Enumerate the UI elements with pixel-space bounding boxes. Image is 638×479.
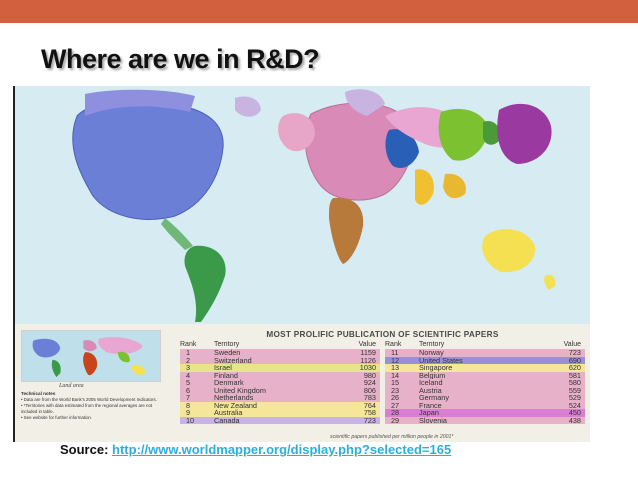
table-row: 15 Iceland 580 — [385, 379, 585, 387]
territory-cell: New Zealand — [214, 401, 257, 409]
territory-cell: Israel — [214, 364, 232, 372]
territory-cell: Belgium — [419, 371, 446, 379]
territory-cell: Slovenia — [419, 416, 447, 424]
column-header-territory: Territory — [214, 341, 240, 348]
table-row: 10 Canada 723 — [180, 415, 380, 425]
table-row: 6 United Kingdom 806 — [180, 385, 380, 395]
rank-cell: 26 — [391, 393, 400, 402]
technical-note: • *Territories with data estimated from … — [21, 403, 153, 414]
territory-cell: United Kingdom — [214, 386, 266, 394]
territory-cell: Australia — [214, 409, 243, 417]
rank-cell: 6 — [186, 385, 191, 395]
rank-cell: 5 — [186, 378, 191, 387]
table-title: MOST PROLIFIC PUBLICATION OF SCIENTIFIC … — [266, 330, 499, 339]
technical-notes: Technical notes • Data are from the Worl… — [21, 391, 161, 421]
rank-cell: 23 — [391, 385, 400, 395]
territory-cell: United States — [419, 356, 463, 364]
territory-cell: Iceland — [419, 379, 443, 387]
territory-cell: Austria — [419, 386, 442, 394]
table-rows: 1 Sweden 1159 2 Switzerland 1126 3 Israel 1030 4 F… — [180, 349, 380, 424]
rank-cell: 8 — [186, 400, 191, 410]
rank-cell: 29 — [391, 415, 400, 425]
rank-cell: 12 — [391, 355, 400, 365]
territory-cell: Singapore — [419, 364, 453, 372]
territory-cell: Germany — [419, 394, 450, 402]
top-accent-bar — [0, 0, 638, 23]
data-panel: Land area Technical notes • Data are fro… — [15, 324, 590, 442]
rank-cell: 14 — [391, 370, 400, 380]
territory-cell: Netherlands — [214, 394, 254, 402]
territory-cell: France — [419, 401, 442, 409]
table-header: Rank Territory Value — [385, 341, 585, 349]
rank-cell: 1 — [186, 348, 191, 357]
table-header: Rank Territory Value — [180, 341, 380, 349]
rank-cell: 7 — [186, 393, 191, 402]
rank-cell: 15 — [391, 378, 400, 387]
table-row: 4 Finland 980 — [180, 370, 380, 380]
rank-cell: 10 — [186, 415, 195, 425]
ranking-table-left: Rank Territory Value 1 Sweden 1159 2 Switzer… — [180, 341, 380, 424]
source-label: Source: — [60, 442, 109, 457]
territory-cell: Canada — [214, 416, 240, 424]
value-cell: 723 — [363, 415, 376, 425]
table-rows: 11 Norway 723 12 United States 690 13 Singapore… — [385, 349, 585, 424]
table-row: 1 Sweden 1159 — [180, 349, 380, 357]
table-row: 28 Japan 450 — [385, 409, 585, 417]
rank-cell: 27 — [391, 400, 400, 410]
territory-cell: Sweden — [214, 349, 241, 357]
table-row: 13 Singapore 620 — [385, 364, 585, 372]
table-row: 7 Netherlands 783 — [180, 394, 380, 402]
rank-cell: 9 — [186, 408, 191, 417]
rank-cell: 28 — [391, 408, 400, 417]
table-row: 23 Austria 559 — [385, 385, 585, 395]
table-row: 27 France 524 — [385, 400, 585, 410]
territory-cell: Denmark — [214, 379, 244, 387]
territory-cell: Japan — [419, 409, 439, 417]
column-header-rank: Rank — [180, 341, 197, 348]
table-row: 5 Denmark 924 — [180, 379, 380, 387]
territory-cell: Norway — [419, 349, 444, 357]
column-header-rank: Rank — [385, 341, 402, 348]
source-line: Source: http://www.worldmapper.org/displ… — [60, 442, 451, 457]
table-row: 3 Israel 1030 — [180, 364, 380, 372]
rank-cell: 4 — [186, 370, 191, 380]
inset-caption: Land area — [59, 383, 84, 389]
slide-title: Where are we in R&D? — [41, 44, 320, 74]
table-row: 2 Switzerland 1126 — [180, 355, 380, 365]
rank-cell: 11 — [391, 348, 399, 357]
column-header-territory: Territory — [419, 341, 445, 348]
rank-cell: 2 — [186, 355, 191, 365]
table-row: 8 New Zealand 764 — [180, 400, 380, 410]
table-row: 9 Australia 758 — [180, 409, 380, 417]
table-row: 26 Germany 529 — [385, 394, 585, 402]
table-footnote: scientific papers published per million … — [330, 434, 454, 440]
territory-cell: Switzerland — [214, 356, 252, 364]
value-cell: 438 — [568, 415, 581, 425]
table-row: 12 United States 690 — [385, 355, 585, 365]
worldmapper-figure: Land area Technical notes • Data are fro… — [13, 86, 590, 442]
territory-cell: Finland — [214, 371, 238, 379]
source-link[interactable]: http://www.worldmapper.org/display.php?s… — [112, 442, 451, 457]
rank-cell: 13 — [391, 363, 400, 372]
cartogram-map — [15, 86, 590, 324]
technical-note: • See website for further information. — [21, 415, 93, 420]
table-row: 11 Norway 723 — [385, 349, 585, 357]
rank-cell: 3 — [186, 363, 191, 372]
table-row: 14 Belgium 581 — [385, 370, 585, 380]
inset-land-area-map — [21, 330, 161, 382]
ranking-table-right: Rank Territory Value 11 Norway 723 12 United… — [385, 341, 585, 424]
table-row: 29 Slovenia 438 — [385, 415, 585, 425]
